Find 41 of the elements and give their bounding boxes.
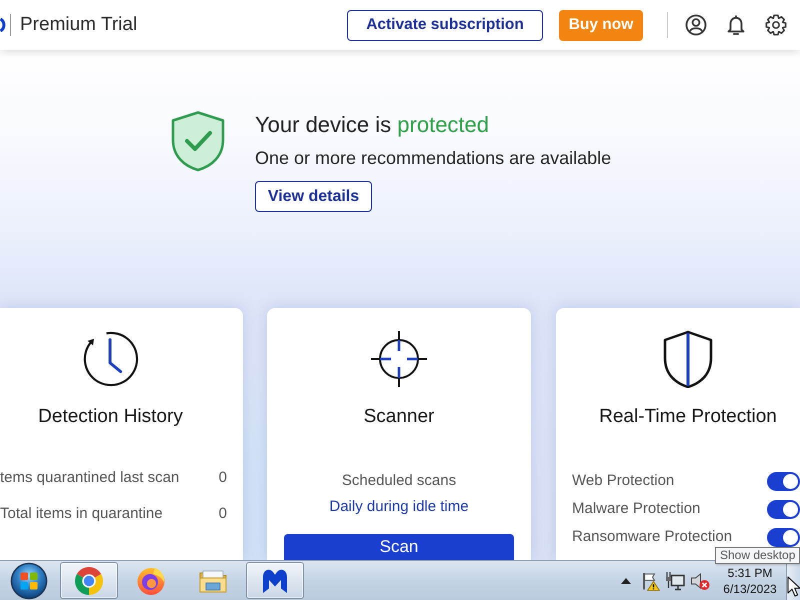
- shield-icon: [662, 330, 714, 388]
- toggle-label: Malware Protection: [572, 500, 700, 518]
- schedule-value: Daily during idle time: [329, 497, 469, 517]
- taskbar-button[interactable]: [60, 562, 118, 599]
- status-message: One or more recommendations are available: [255, 147, 612, 170]
- round-browser-icon: [74, 566, 104, 596]
- card-title: Detection History: [38, 405, 183, 429]
- settings-icon[interactable]: [765, 14, 787, 36]
- up-arrow-icon[interactable]: [621, 578, 631, 584]
- schedule-label: Scheduled scans: [342, 471, 456, 491]
- logo-icon: [0, 18, 6, 32]
- network-icon[interactable]: [665, 570, 685, 590]
- status-headline: Your device is protected: [255, 112, 490, 138]
- card-title: Real-Time Protection: [599, 405, 777, 429]
- card-title: Scanner: [364, 405, 434, 429]
- show-desktop-tooltip: Show desktop: [715, 547, 800, 564]
- fox-browser-icon: [136, 566, 166, 596]
- toggle-switch[interactable]: [767, 528, 800, 546]
- clock-date[interactable]: 6/13/2023: [723, 580, 777, 596]
- scan-button[interactable]: Scan: [284, 534, 514, 560]
- account-icon[interactable]: [685, 14, 707, 36]
- muted-speaker-icon[interactable]: [690, 570, 710, 590]
- start-button[interactable]: [8, 561, 50, 600]
- start-orb-icon: [10, 562, 48, 600]
- toggle-switch[interactable]: [767, 472, 800, 490]
- toggle-switch[interactable]: [767, 500, 800, 518]
- stat-label: Total items in quarantine: [0, 505, 163, 523]
- stat-value: 0: [218, 505, 227, 523]
- activate-subscription-button[interactable]: Activate subscription: [347, 10, 543, 40]
- mouse-pointer-icon: [787, 576, 800, 597]
- crosshair-icon: [370, 330, 428, 388]
- taskbar-button[interactable]: [246, 562, 304, 599]
- notifications-icon[interactable]: [725, 14, 747, 36]
- clock-time[interactable]: 5:31 PM: [728, 564, 772, 580]
- view-details-button[interactable]: View details: [255, 181, 372, 212]
- product-name: Premium Trial: [20, 12, 138, 37]
- clock-icon: [82, 330, 140, 388]
- stat-value: 0: [218, 469, 227, 487]
- toggle-label: Web Protection: [572, 472, 674, 490]
- stat-label: tems quarantined last scan: [0, 469, 180, 487]
- toggle-label: Ransomware Protection: [572, 528, 732, 546]
